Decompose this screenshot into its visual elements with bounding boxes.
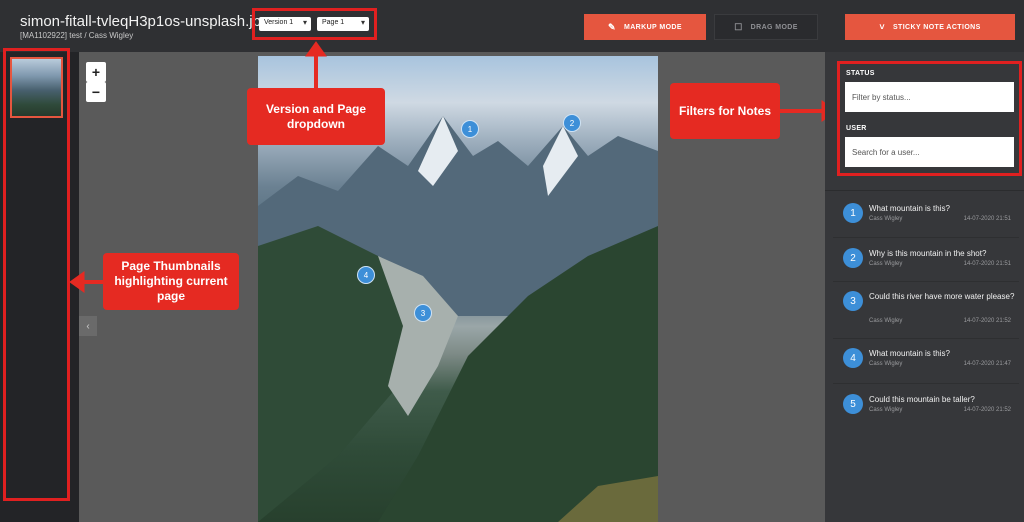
note-marker-3[interactable]: 3 (414, 304, 432, 322)
note-author: Cass Wigley (869, 318, 903, 324)
callout-version-page: Version and Page dropdown (247, 88, 385, 145)
note-question: Could this river have more water please? (869, 292, 1015, 301)
page-select[interactable]: Page 1 ▾ (317, 17, 369, 31)
chevron-down-icon: ˅ (879, 22, 885, 32)
note-author: Cass Wigley (869, 261, 903, 267)
note-author: Cass Wigley (869, 216, 903, 222)
note-item-5[interactable]: 5 Could this mountain be taller? Cass Wi… (833, 394, 1019, 434)
note-marker-4[interactable]: 4 (357, 266, 375, 284)
user-search-input[interactable] (845, 137, 1014, 167)
note-timestamp: 14-07-2020 21:51 (963, 216, 1011, 222)
drag-mode-button[interactable]: ☐ DRAG MODE (714, 14, 818, 40)
version-select[interactable]: Version 1 ▾ (259, 17, 311, 31)
page-select-value: Page 1 (322, 19, 345, 26)
note-timestamp: 14-07-2020 21:47 (963, 361, 1011, 367)
note-number-badge: 1 (843, 203, 863, 223)
note-timestamp: 14-07-2020 21:52 (963, 407, 1011, 413)
note-marker-1[interactable]: 1 (461, 120, 479, 138)
status-filter-input[interactable] (845, 82, 1014, 112)
note-timestamp: 14-07-2020 21:52 (963, 318, 1011, 324)
status-filter-label: STATUS (846, 70, 875, 77)
note-question: What mountain is this? (869, 204, 950, 213)
markup-mode-label: MARKUP MODE (624, 23, 682, 31)
zoom-out-button[interactable]: − (86, 82, 106, 102)
collapse-sidebar-button[interactable]: ‹ (79, 316, 97, 336)
version-page-highlight: Version 1 ▾ Page 1 ▾ (252, 8, 377, 40)
note-divider (833, 281, 1019, 282)
sticky-note-actions-label: STICKY NOTE ACTIONS (892, 23, 981, 31)
note-number-badge: 5 (843, 394, 863, 414)
version-select-value: Version 1 (264, 19, 294, 26)
note-item-3[interactable]: 3 Could this river have more water pleas… (833, 291, 1019, 331)
pencil-icon: ✎ (608, 21, 616, 32)
file-subtitle: [MA1102922] test / Cass Wigley (20, 31, 134, 40)
callout-filters: Filters for Notes (670, 83, 780, 139)
note-divider (833, 383, 1019, 384)
note-question: What mountain is this? (869, 349, 950, 358)
chevron-down-icon: ▾ (360, 18, 365, 27)
markup-mode-button[interactable]: ✎ MARKUP MODE (584, 14, 706, 40)
note-marker-2[interactable]: 2 (563, 114, 581, 132)
note-number-badge: 4 (843, 348, 863, 368)
note-item-2[interactable]: 2 Why is this mountain in the shot? Cass… (833, 248, 1019, 288)
note-author: Cass Wigley (869, 407, 903, 413)
note-question: Why is this mountain in the shot? (869, 249, 987, 258)
drag-mode-label: DRAG MODE (750, 23, 798, 31)
note-item-4[interactable]: 4 What mountain is this? Cass Wigley 14-… (833, 348, 1019, 388)
note-timestamp: 14-07-2020 21:51 (963, 261, 1011, 267)
panel-divider (825, 190, 1024, 191)
sticky-note-actions-button[interactable]: ˅ STICKY NOTE ACTIONS (845, 14, 1015, 40)
page-thumbnail-current[interactable] (10, 57, 63, 118)
note-number-badge: 2 (843, 248, 863, 268)
note-divider (833, 338, 1019, 339)
note-number-badge: 3 (843, 291, 863, 311)
note-question: Could this mountain be taller? (869, 395, 975, 404)
hand-icon: ☐ (734, 21, 743, 32)
chevron-down-icon: ▾ (302, 18, 307, 27)
file-title: simon-fitall-tvleqH3p1os-unsplash.jpg (20, 13, 270, 30)
zoom-in-button[interactable]: + (86, 62, 106, 82)
user-filter-label: USER (846, 125, 867, 132)
note-author: Cass Wigley (869, 361, 903, 367)
note-divider (833, 237, 1019, 238)
callout-thumbnails: Page Thumbnails highlighting current pag… (103, 253, 239, 310)
